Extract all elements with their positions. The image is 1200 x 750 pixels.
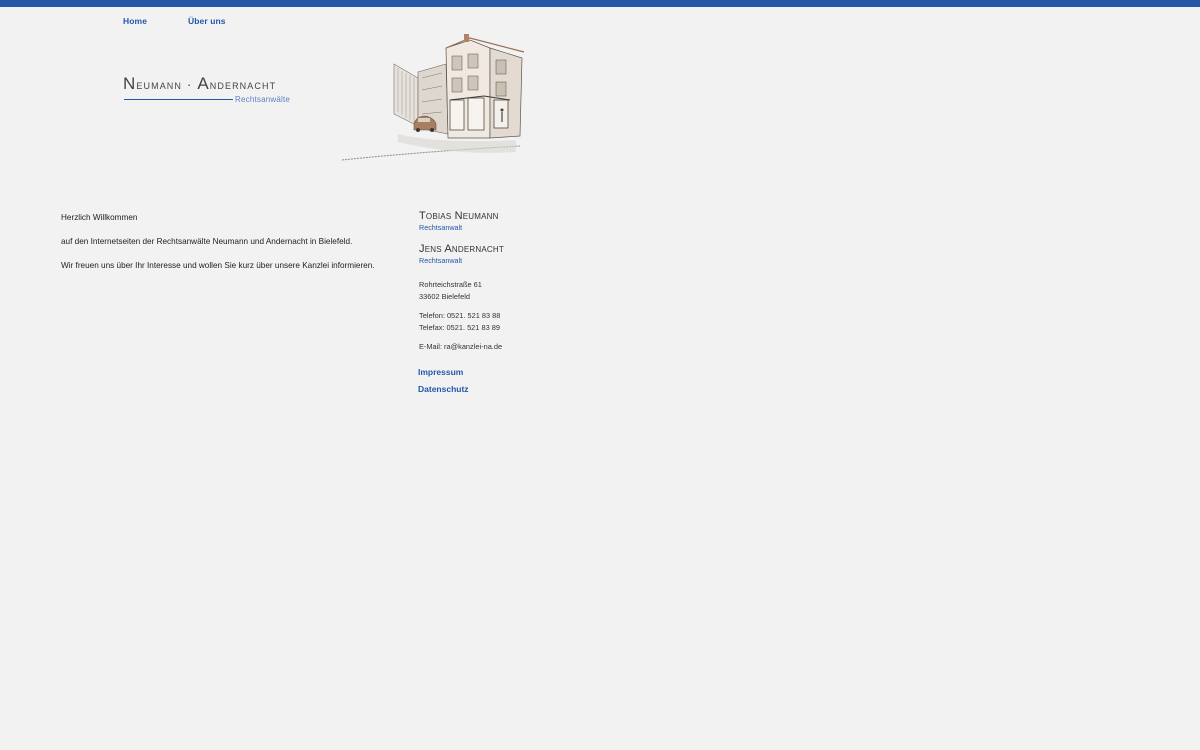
- impressum-link[interactable]: Impressum: [418, 367, 463, 377]
- lawyer2-role: Rechtsanwalt: [419, 256, 463, 265]
- lawyer2-name: Jens Andernacht: [419, 243, 504, 255]
- welcome-intro: auf den Internetseiten der Rechtsanwälte…: [61, 237, 353, 246]
- logo-underline: [124, 99, 233, 100]
- address-street: Rohrteichstraße 61: [419, 280, 482, 289]
- nav-home-link[interactable]: Home: [123, 16, 147, 26]
- phone-number: Telefon: 0521. 521 83 88: [419, 311, 501, 320]
- address-city: 33602 Bielefeld: [419, 292, 470, 301]
- nav-about-link[interactable]: Über uns: [188, 16, 226, 26]
- building-sketch-image: [338, 34, 528, 171]
- lawyer1-role: Rechtsanwalt: [419, 223, 463, 232]
- firm-logo[interactable]: Neumann · Andernacht Rechtsanwälte: [123, 74, 290, 104]
- street-corner-building-sketch-icon: [341, 34, 525, 161]
- welcome-greeting: Herzlich Willkommen: [61, 213, 138, 222]
- email-address[interactable]: E-Mail: ra@kanzlei-na.de: [419, 342, 502, 351]
- datenschutz-link[interactable]: Datenschutz: [418, 384, 469, 394]
- firm-logo-subtitle: Rechtsanwälte: [235, 95, 291, 104]
- fax-number: Telefax: 0521. 521 83 89: [419, 323, 500, 332]
- welcome-closing: Wir freuen uns über Ihr Interesse und wo…: [61, 261, 375, 270]
- top-accent-bar: [0, 0, 1200, 7]
- firm-logo-title: Neumann · Andernacht: [123, 74, 277, 93]
- lawyer1-name: Tobias Neumann: [419, 210, 499, 222]
